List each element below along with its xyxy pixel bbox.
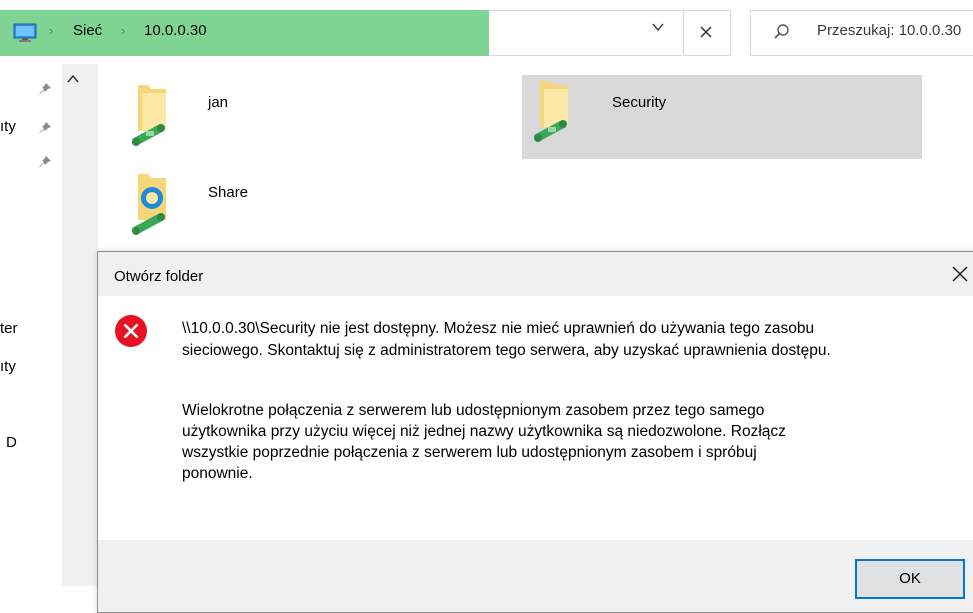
computer-icon [13,23,37,42]
close-icon[interactable] [950,264,970,284]
chevron-down-icon[interactable] [651,20,665,34]
ok-button[interactable]: OK [855,559,965,599]
search-placeholder: Przeszukaj: 10.0.0.30 [817,22,962,39]
nav-item-fragment[interactable]: D [6,434,17,451]
search-input[interactable]: Przeszukaj: 10.0.0.30 [750,10,973,56]
detail-line: ponownie. [182,465,253,482]
network-shared-folder-icon [132,174,166,235]
error-message-line: \\10.0.0.30\Security nie jest dostępny. … [182,320,815,337]
error-message-line: sieciowego. Skontaktuj się z administrat… [182,342,831,359]
address-bar-row: › Sieć › 10.0.0.30 Przeszukaj: 10.0.0.30 [0,0,973,64]
share-label: Security [612,94,667,111]
clear-address-button[interactable] [683,10,731,56]
detail-line: Wielokrotne połączenia z serwerem lub ud… [182,402,765,419]
pin-icon[interactable] [38,121,52,135]
breadcrumb-separator-icon: › [49,23,54,38]
share-item-jan[interactable]: jan [120,76,380,160]
network-folder-icon [534,81,568,142]
share-item-share[interactable]: Share [120,164,380,244]
detail-line: wszystkie poprzednie połączenia z serwer… [182,444,757,461]
network-folder-icon [132,85,166,146]
nav-scrollbar[interactable] [62,64,98,586]
nav-item-fragment[interactable]: ter [0,320,18,337]
dialog-title: Otwórz folder [114,268,204,285]
pin-icon[interactable] [38,155,52,169]
breadcrumb-network[interactable]: Sieć [73,22,102,39]
nav-item-fragment[interactable]: ıty [0,118,16,135]
nav-item-fragment[interactable]: ıty [0,358,16,375]
close-icon [700,26,712,38]
share-item-security[interactable]: Security [522,75,922,159]
detail-line: użytkownika przy użyciu więcej niż jedne… [182,423,786,440]
dialog-body: \\10.0.0.30\Security nie jest dostępny. … [98,296,973,540]
breadcrumb-separator-icon: › [121,23,126,38]
error-icon [115,315,147,347]
search-icon [774,24,789,39]
scroll-up-icon[interactable] [66,74,80,84]
open-folder-error-dialog: Otwórz folder \\10.0.0.30\Security nie j… [97,251,973,613]
breadcrumb-host[interactable]: 10.0.0.30 [144,22,207,39]
pin-icon[interactable] [38,82,52,96]
share-label: jan [208,94,229,111]
address-bar[interactable]: › Sieć › 10.0.0.30 [0,10,490,56]
share-label: Share [208,184,249,201]
